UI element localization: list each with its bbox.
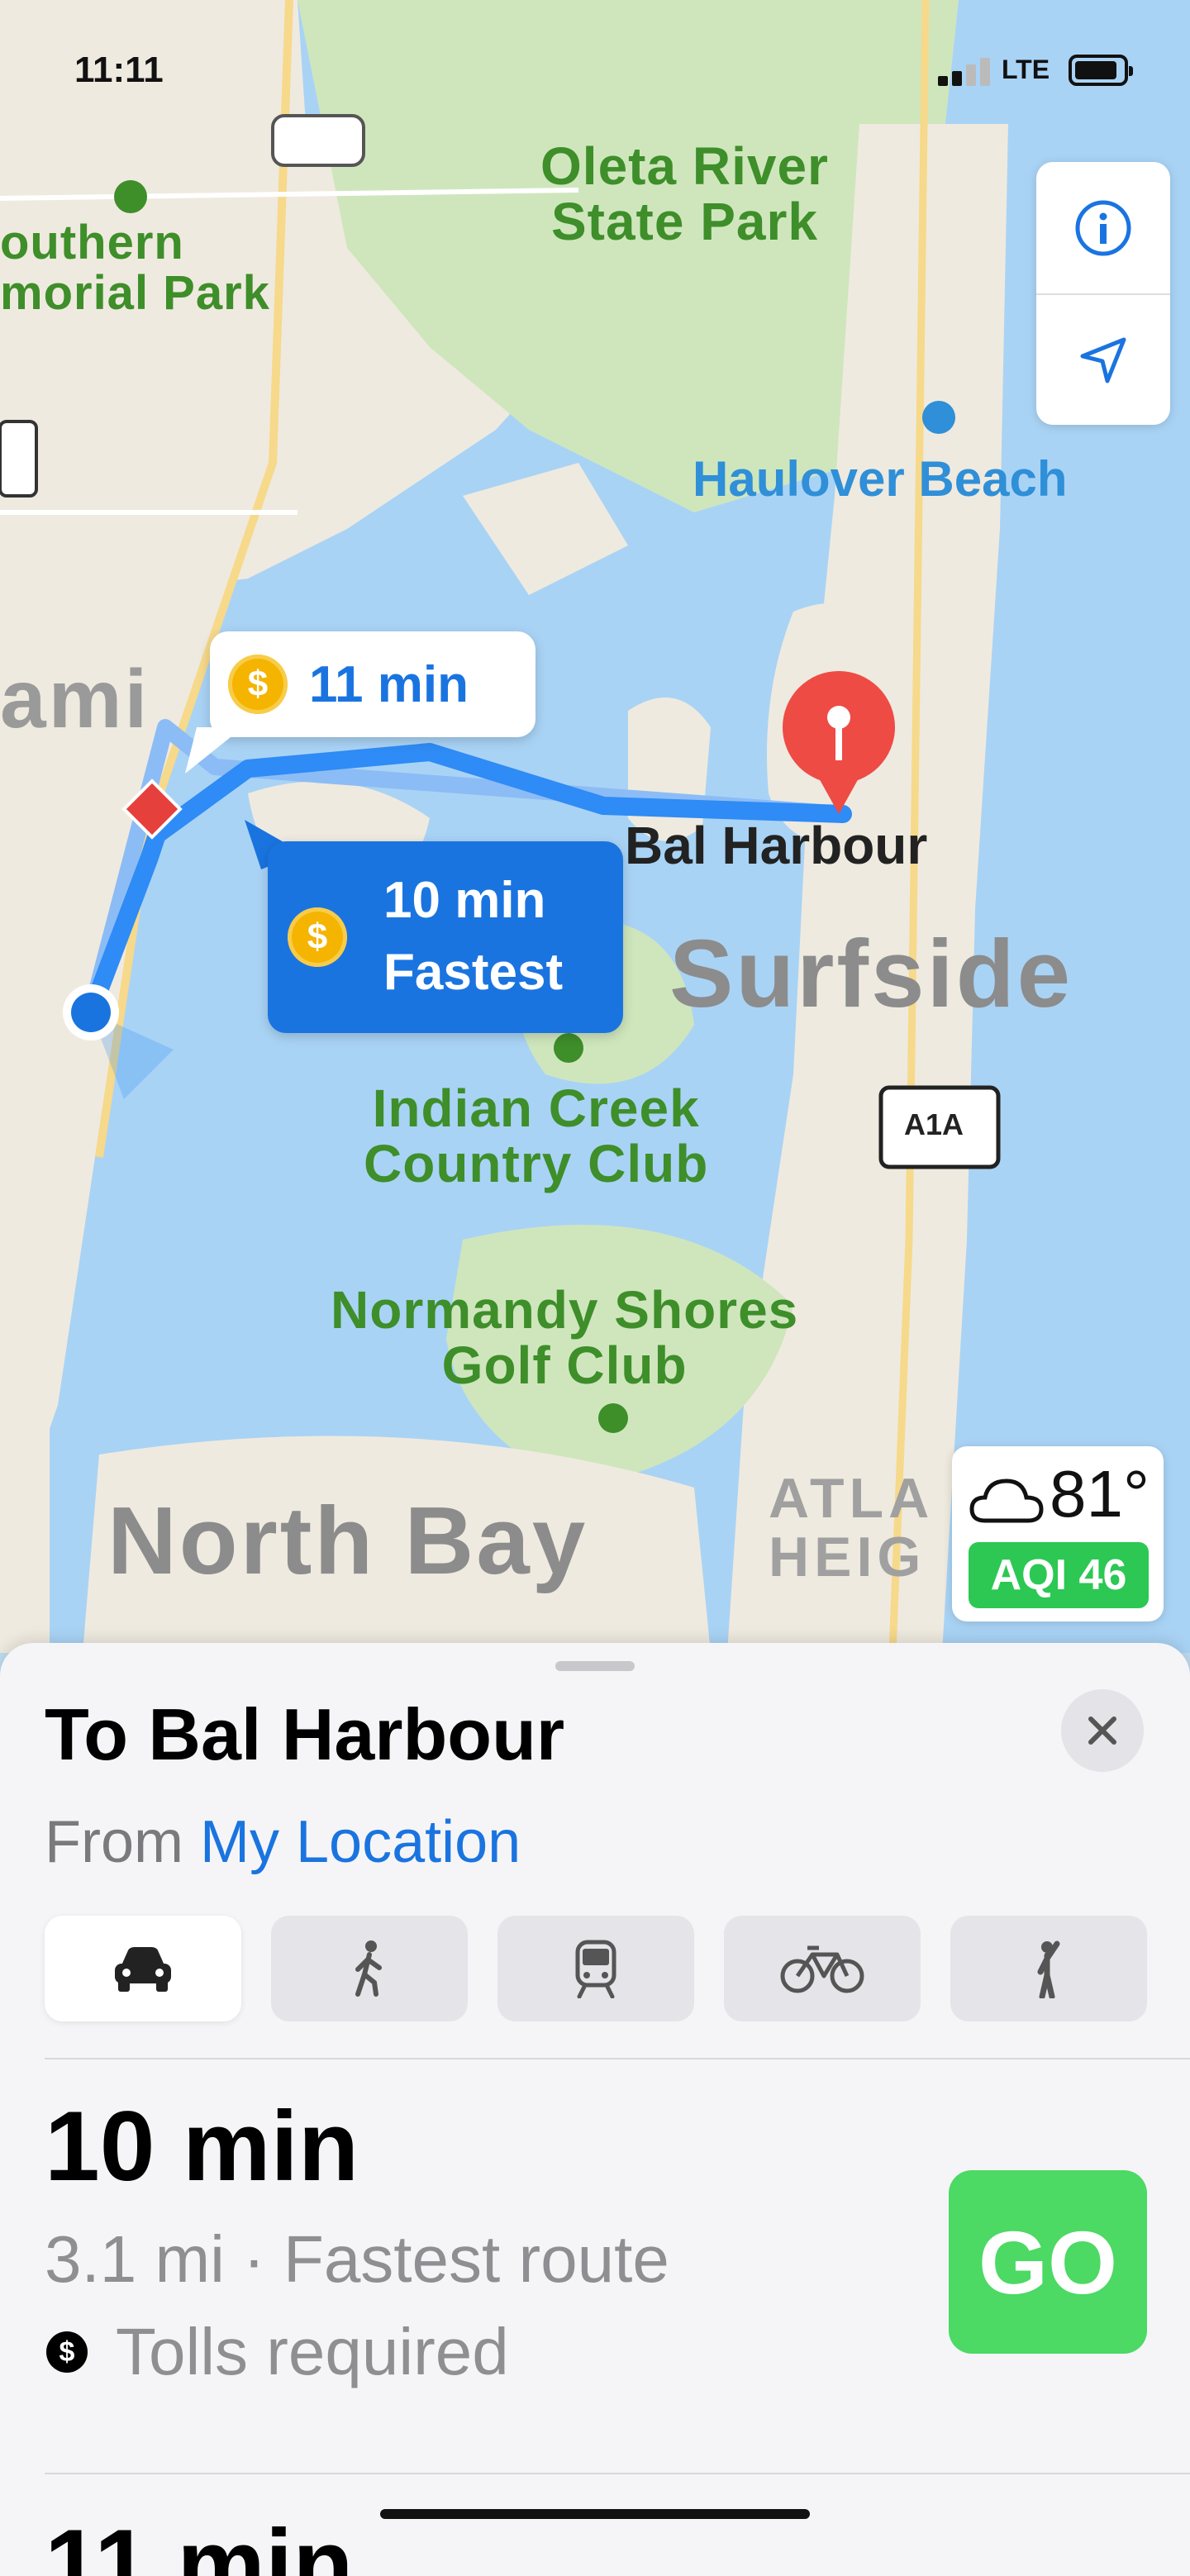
directions-title: To Bal Harbour [45,1693,565,1775]
go-button[interactable]: GO [949,2170,1147,2354]
directions-from: From My Location [45,1808,521,1876]
map-controls [1036,162,1170,425]
rideshare-icon [1037,1940,1060,1998]
route-callout-alternate-time: 11 min [309,655,469,713]
mode-walk[interactable] [271,1916,468,2021]
status-bar: 11:11 LTE [0,0,1190,140]
map-label-haulover-beach: Haulover Beach [693,451,1068,507]
toll-coin-icon: $ [228,655,288,714]
info-icon [1075,200,1131,255]
route-duration: 11 min [45,2509,354,2576]
mode-drive[interactable] [45,1916,241,2021]
close-icon [1088,1717,1116,1745]
route-distance-summary: 3.1 mi · Fastest route [45,2222,669,2296]
mode-rideshare[interactable] [950,1916,1147,2021]
transport-mode-selector [45,1916,1149,2021]
route-duration: 10 min [45,2091,359,2202]
route-tolls-text: Tolls required [116,2315,509,2388]
from-prefix: From [45,1809,183,1875]
mode-cycle[interactable] [724,1916,921,2021]
divider [45,2473,1190,2474]
dollar-icon: $ [46,2331,88,2373]
walk-icon [355,1940,382,1997]
mode-transit[interactable] [497,1916,694,2021]
track-location-button[interactable] [1036,294,1170,426]
map-label-southern-memorial-park: outhern morial Park [0,216,270,320]
map-label-atlantic-heights-fragment: ATLA HEIG [769,1467,935,1589]
route-callout-fastest-time: 10 min [383,872,546,930]
bike-icon [780,1945,864,1993]
from-location-link[interactable]: My Location [200,1809,521,1875]
car-icon [115,1947,171,1992]
map-label-oleta-river-state-park: Oleta River State Park [540,136,829,252]
weather-widget[interactable]: 81° AQI 46 [952,1446,1164,1621]
route-tolls-note: $ Tolls required [23,2314,509,2390]
battery-icon [1069,55,1133,86]
directions-sheet: To Bal Harbour From My Location 10 min 3… [0,1643,1190,2576]
route-callout-alternate[interactable]: $ 11 min [210,631,536,737]
toll-coin-icon: $ [288,907,347,967]
network-type: LTE [1002,55,1050,84]
map-label-bal-harbour: Bal Harbour [625,816,928,875]
map-label-north-bay: North Bay [107,1487,588,1594]
callout-tail-alternate [185,727,243,774]
transit-icon [575,1940,616,1998]
signal-bars-icon [938,58,994,86]
weather-temperature: 81° [1050,1457,1150,1531]
sheet-grabber[interactable] [555,1661,635,1671]
aqi-badge: AQI 46 [969,1542,1149,1608]
map-label-normandy-shores-golf-club: Normandy Shores Golf Club [331,1280,799,1396]
close-button[interactable] [1061,1689,1144,1772]
cloud-icon [969,1478,1044,1523]
status-time: 11:11 [74,50,164,90]
location-arrow-icon [1080,337,1126,383]
redaction-bar [380,2509,810,2519]
route-callout-fastest-tag: Fastest [383,944,564,1001]
divider [45,2058,1190,2059]
map-label-miami-fragment: ami [0,653,150,745]
map-info-button[interactable] [1036,162,1170,293]
map-label-indian-creek-country-club: Indian Creek Country Club [364,1078,709,1194]
a1a-shield-label: A1A [904,1107,964,1141]
map-label-surfside: Surfside [669,920,1073,1027]
route-callout-fastest[interactable]: $ 10 min Fastest [268,841,623,1033]
